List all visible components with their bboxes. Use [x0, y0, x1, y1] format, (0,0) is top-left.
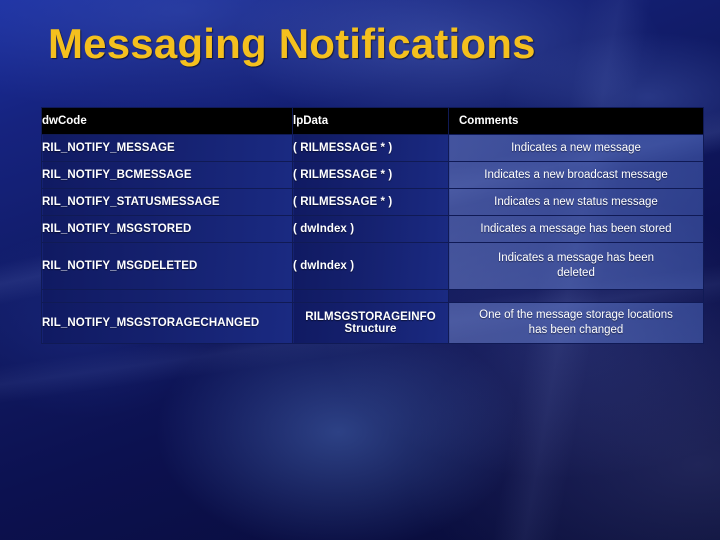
cell-dwcode: RIL_NOTIFY_MESSAGE	[41, 134, 293, 162]
cell-lpdata: ( RILMESSAGE * )	[292, 161, 449, 189]
notifications-table-container: dwCode lpData Comments RIL_NOTIFY_MESSAG…	[41, 107, 704, 344]
cell-dwcode: RIL_NOTIFY_STATUSMESSAGE	[41, 188, 293, 216]
cell-comments: Indicates a new broadcast message	[448, 161, 704, 189]
cell-lpdata: ( dwIndex )	[292, 242, 449, 290]
cell-lpdata-line2: Structure	[344, 323, 397, 335]
table-row: RIL_NOTIFY_MSGSTORED ( dwIndex ) Indicat…	[41, 215, 704, 243]
cell-comments-line1: Indicates a message has been	[498, 252, 654, 264]
table-row: RIL_NOTIFY_MSGDELETED ( dwIndex ) Indica…	[41, 242, 704, 290]
cell-comments: Indicates a new status message	[448, 188, 704, 216]
table-header: dwCode lpData Comments	[41, 107, 704, 135]
table-spacer-row	[41, 289, 704, 303]
table-row: RIL_NOTIFY_MESSAGE ( RILMESSAGE * ) Indi…	[41, 134, 704, 162]
cell-comments-line2: deleted	[557, 267, 595, 279]
cell-spacer-dwcode	[41, 289, 293, 303]
cell-lpdata: ( dwIndex )	[292, 215, 449, 243]
table-body: RIL_NOTIFY_MESSAGE ( RILMESSAGE * ) Indi…	[41, 134, 704, 344]
notifications-table: dwCode lpData Comments RIL_NOTIFY_MESSAG…	[41, 107, 704, 344]
cell-comments-line2: has been changed	[528, 324, 624, 336]
cell-comments: Indicates a message has been deleted	[448, 242, 704, 290]
table-header-row: dwCode lpData Comments	[41, 107, 704, 135]
column-header-lpdata: lpData	[292, 107, 449, 135]
cell-comments: Indicates a new message	[448, 134, 704, 162]
page-title: Messaging Notifications	[48, 20, 536, 67]
cell-comments: One of the message storage locations has…	[448, 302, 704, 344]
cell-comments: Indicates a message has been stored	[448, 215, 704, 243]
cell-lpdata-line1: RILMSGSTORAGEINFO	[305, 311, 436, 323]
cell-lpdata: ( RILMESSAGE * )	[292, 188, 449, 216]
cell-lpdata: RILMSGSTORAGEINFO Structure	[292, 302, 449, 344]
table-row: RIL_NOTIFY_BCMESSAGE ( RILMESSAGE * ) In…	[41, 161, 704, 189]
cell-dwcode: RIL_NOTIFY_MSGSTORAGECHANGED	[41, 302, 293, 344]
cell-spacer-comments	[448, 289, 704, 303]
table-row: RIL_NOTIFY_STATUSMESSAGE ( RILMESSAGE * …	[41, 188, 704, 216]
cell-dwcode: RIL_NOTIFY_BCMESSAGE	[41, 161, 293, 189]
column-header-dwcode: dwCode	[41, 107, 293, 135]
cell-lpdata: ( RILMESSAGE * )	[292, 134, 449, 162]
cell-dwcode: RIL_NOTIFY_MSGDELETED	[41, 242, 293, 290]
cell-dwcode: RIL_NOTIFY_MSGSTORED	[41, 215, 293, 243]
cell-spacer-lpdata	[292, 289, 449, 303]
column-header-comments: Comments	[448, 107, 704, 135]
table-row: RIL_NOTIFY_MSGSTORAGECHANGED RILMSGSTORA…	[41, 302, 704, 344]
cell-comments-line1: One of the message storage locations	[479, 309, 673, 321]
